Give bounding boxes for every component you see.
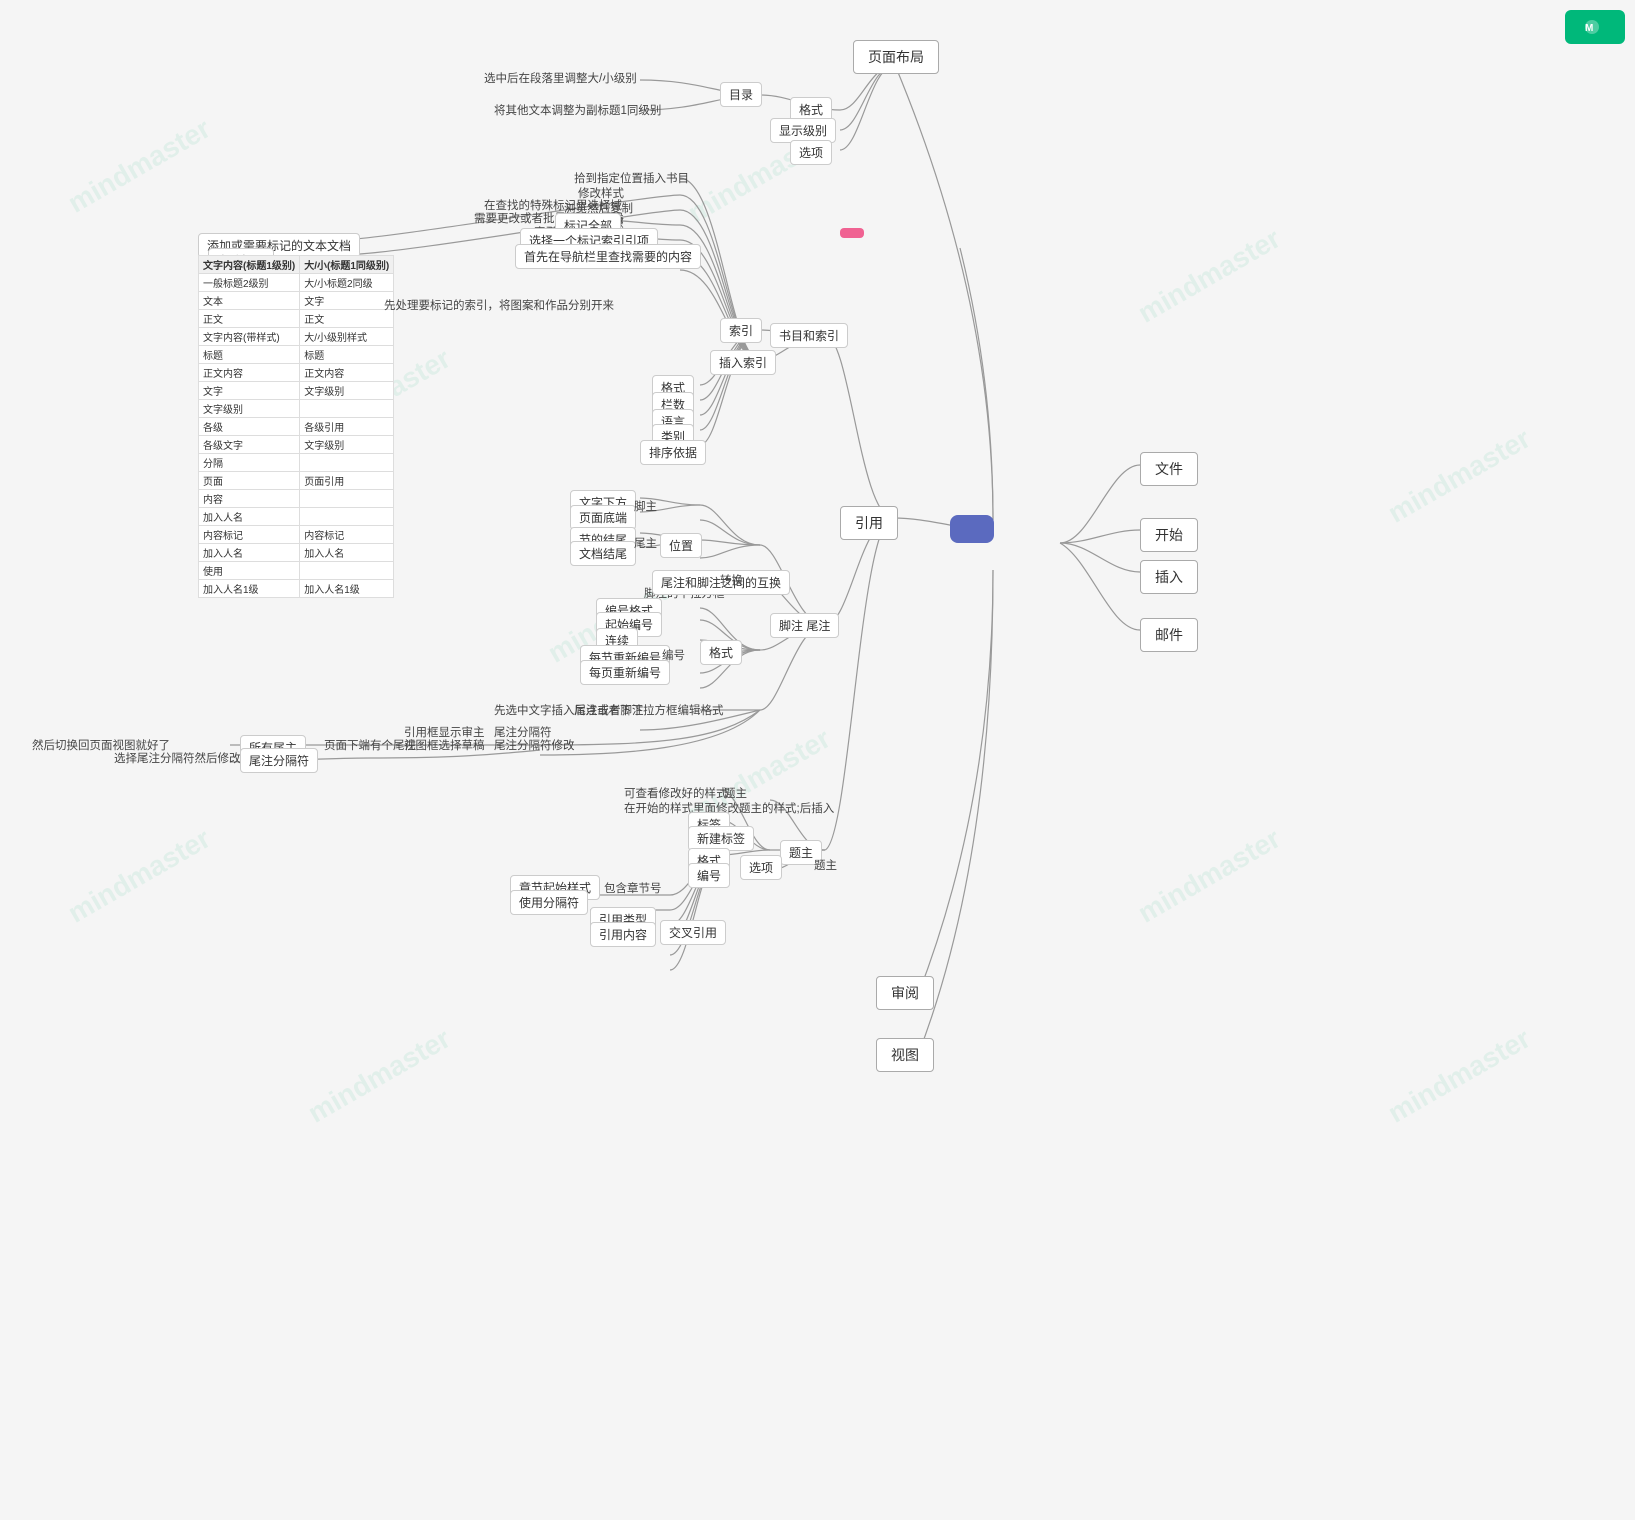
special-node xyxy=(840,228,864,238)
node-cross-ref: 交叉引用 xyxy=(660,920,726,945)
watermark-11: mindmaster xyxy=(1383,1022,1536,1129)
node-ref-content: 引用内容 xyxy=(590,922,656,947)
node-tip-select-insert: 先选中文字插入尾注或者脚注 xyxy=(490,700,648,720)
node-footnote-endnote: 脚注 尾注 xyxy=(770,613,839,638)
node-option-num: 编号 xyxy=(688,863,730,888)
watermark-9: mindmaster xyxy=(1133,822,1286,929)
node-position: 位置 xyxy=(660,533,702,558)
node-view: 视图 xyxy=(876,1038,934,1072)
node-footnote-format: 格式 xyxy=(700,640,742,665)
node-footnote-label1: 脚主 xyxy=(630,496,661,516)
node-use-sep: 使用分隔符 xyxy=(510,890,588,915)
node-endnote-sep-modify: 尾注分隔符修改 xyxy=(490,735,579,755)
node-insert-index: 插入索引 xyxy=(710,350,776,375)
node-endnote-sep: 尾注分隔符 xyxy=(240,748,318,773)
node-pagelayout: 页面布局 xyxy=(853,40,939,74)
node-theme-label: 题主 xyxy=(810,855,841,875)
node-every-page: 每页重新编号 xyxy=(580,660,670,685)
node-ref: 引用 xyxy=(840,506,898,540)
node-idx-sort: 排序依据 xyxy=(640,440,706,465)
node-review: 审阅 xyxy=(876,976,934,1010)
central-label xyxy=(950,515,994,543)
node-endnote-label1: 尾主 xyxy=(630,533,661,553)
node-doc-end: 文档结尾 xyxy=(570,541,636,566)
node-table-container: 文字内容(标题1级别) 大/小(标题1同级别) 一般标题2级别大/小标题2同级 … xyxy=(198,255,394,598)
watermark-4: mindmaster xyxy=(63,822,216,929)
mindmaster-logo-icon: M xyxy=(1583,18,1601,36)
node-start: 开始 xyxy=(1140,518,1198,552)
special-label xyxy=(840,228,864,238)
node-view-select-draft: 视图框选择草稿 xyxy=(400,735,489,755)
node-file: 文件 xyxy=(1140,452,1198,486)
node-catalog-tip1: 选中后在段落里调整大/小级别 xyxy=(480,68,641,88)
node-select-sep: 选择尾注分隔符然后修改 xyxy=(110,748,245,768)
watermark-1: mindmaster xyxy=(63,112,216,219)
node-include-chapter: 包含章节号 xyxy=(600,878,666,898)
node-mail: 邮件 xyxy=(1140,618,1198,652)
node-insert: 插入 xyxy=(1140,560,1198,594)
node-theme-option: 选项 xyxy=(740,855,782,880)
logo-bar: M xyxy=(1565,10,1625,44)
index-table: 文字内容(标题1级别) 大/小(标题1同级别) 一般标题2级别大/小标题2同级 … xyxy=(198,255,394,598)
svg-text:M: M xyxy=(1585,23,1593,34)
node-numbering-label: 编号 xyxy=(658,645,689,665)
watermark-10: mindmaster xyxy=(1383,422,1536,529)
node-find-nav: 首先在导航栏里查找需要的内容 xyxy=(515,244,701,269)
node-catalog-tip2: 将其他文本调整为副标题1同级别 xyxy=(490,100,665,120)
node-option1: 选项 xyxy=(790,140,832,165)
central-node xyxy=(950,515,994,543)
node-catalog: 目录 xyxy=(720,82,762,107)
watermark-8: mindmaster xyxy=(1133,222,1286,329)
node-convert-label: 转换 xyxy=(716,570,747,590)
node-bookmark-index: 书目和索引 xyxy=(770,323,848,348)
watermark-5: mindmaster xyxy=(303,1022,456,1129)
node-index: 索引 xyxy=(720,318,762,343)
node-process-mark: 先处理要标记的索引，将图案和作品分别开来 xyxy=(380,295,618,315)
